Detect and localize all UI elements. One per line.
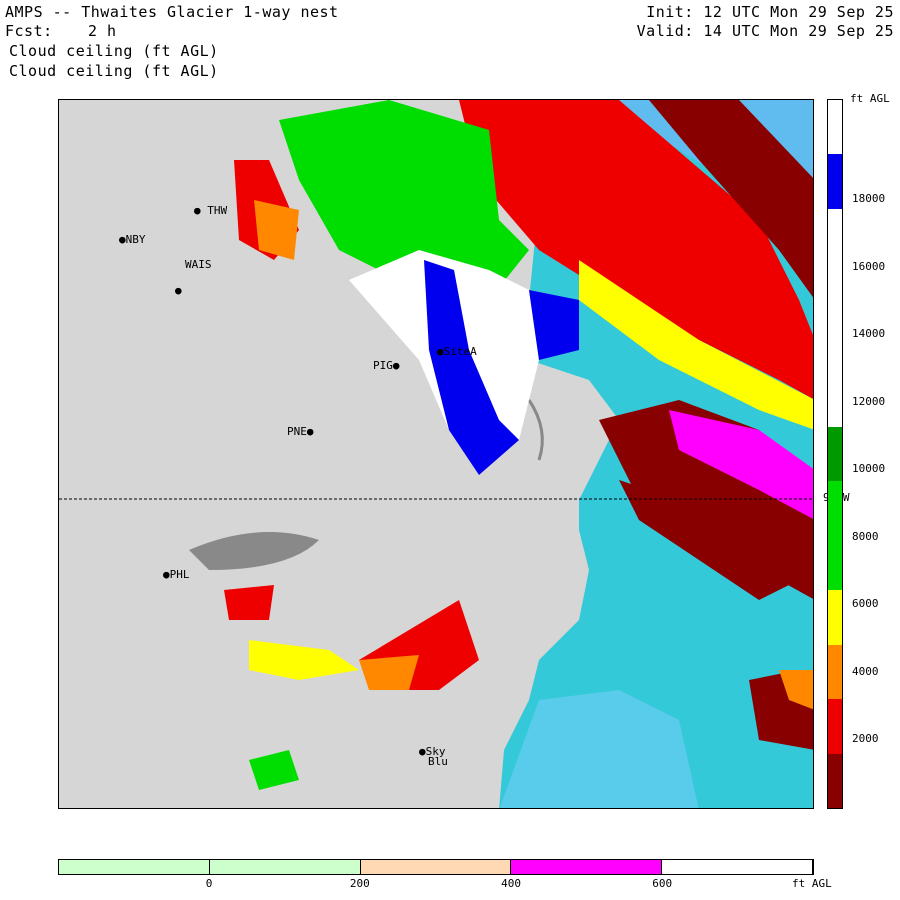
station-marker: ● <box>306 425 314 438</box>
bottom-colorbar-tick-label: 600 <box>652 877 673 890</box>
bottom-colorbar-segment <box>59 860 210 874</box>
station-marker: ● <box>163 568 170 581</box>
right-colorbar-tick-label: 8000 <box>852 529 879 543</box>
field-name-1: Cloud ceiling (ft AGL) <box>9 42 219 60</box>
cloud-ceiling-map <box>59 100 813 808</box>
right-colorbar-segment <box>828 372 842 428</box>
right-colorbar-tick-label: 18000 <box>852 192 886 205</box>
right-colorbar-segment <box>828 100 842 155</box>
right-colorbar-segment <box>828 317 842 373</box>
station-nby[interactable]: ●NBY <box>119 234 146 246</box>
right-colorbar-segment <box>828 535 842 591</box>
station-label: THW <box>207 204 228 217</box>
ceiling-patch-south-red <box>224 585 274 620</box>
right-colorbar-segment <box>828 263 842 319</box>
right-colorbar-tick-label: 4000 <box>852 664 879 678</box>
station-marker: ● <box>119 233 126 246</box>
station-marker: ● <box>437 345 444 358</box>
right-colorbar-segment <box>828 590 842 646</box>
valid-time: Valid: 14 UTC Mon 29 Sep 25 <box>636 22 894 40</box>
station-thw[interactable]: ● THW <box>194 205 227 217</box>
right-colorbar-tick-label: 16000 <box>852 259 886 273</box>
right-colorbar-tick-label: 12000 <box>852 394 886 408</box>
station-marker: ● <box>392 359 400 372</box>
right-colorbar-segment <box>828 644 842 700</box>
bottom-colorbar-tick-label: 200 <box>349 877 370 890</box>
station-label: SiteA <box>443 345 477 358</box>
init-time: Init: 12 UTC Mon 29 Sep 25 <box>646 3 894 21</box>
bottom-colorbar-segment <box>209 860 361 874</box>
bottom-colorbar-unit: ft AGL <box>792 877 832 890</box>
right-colorbar <box>827 99 843 809</box>
right-colorbar-segment <box>828 208 842 264</box>
field-name-2: Cloud ceiling (ft AGL) <box>9 62 219 80</box>
forecast-label: Fcst: <box>5 22 53 40</box>
bottom-colorbar-tick-label: 400 <box>501 877 521 890</box>
forecast-value: 2 h <box>88 22 117 40</box>
right-colorbar-segment <box>828 753 842 808</box>
product-title: AMPS -- Thwaites Glacier 1-way nest <box>5 3 339 21</box>
bottom-colorbar <box>58 859 814 875</box>
bottom-colorbar-segment <box>360 860 512 874</box>
station-sitea[interactable]: ●SiteA <box>437 346 477 358</box>
right-colorbar-tick-label: 2000 <box>852 732 879 745</box>
station-label: Blu <box>428 755 448 768</box>
station-label: PHL <box>169 568 190 581</box>
right-colorbar-unit: ft AGL <box>850 92 890 105</box>
bottom-colorbar-segment <box>511 860 663 874</box>
bottom-colorbar-tick-label: 0 <box>205 877 213 890</box>
right-colorbar-segment <box>828 154 842 210</box>
station-pig[interactable]: PIG● <box>373 360 400 372</box>
bottom-colorbar-segment <box>662 860 813 874</box>
right-colorbar-segment <box>828 426 842 482</box>
ceiling-patch-south-orange <box>359 655 419 690</box>
right-colorbar-tick-label: 10000 <box>852 462 886 475</box>
station-label: PIG <box>373 359 393 372</box>
station-marker: ● <box>175 284 182 297</box>
station-label: PNE <box>287 425 307 438</box>
station-marker: ● <box>419 745 426 758</box>
station-phl[interactable]: ●PHL <box>163 569 190 581</box>
station-marker: ● <box>194 204 201 217</box>
right-colorbar-segment <box>828 481 842 537</box>
map-frame[interactable]: ● THW ●NBY WAIS ● ●SiteA PIG● PNE● ●PHL ●… <box>58 99 814 809</box>
station-label: NBY <box>125 233 146 246</box>
right-colorbar-tick-label: 14000 <box>852 327 886 340</box>
station-label: WAIS <box>185 258 212 271</box>
station-blu[interactable]: Blu <box>428 756 448 768</box>
right-colorbar-tick-label: 6000 <box>852 597 879 610</box>
station-pne[interactable]: PNE● <box>287 426 314 438</box>
right-colorbar-segment <box>828 699 842 755</box>
